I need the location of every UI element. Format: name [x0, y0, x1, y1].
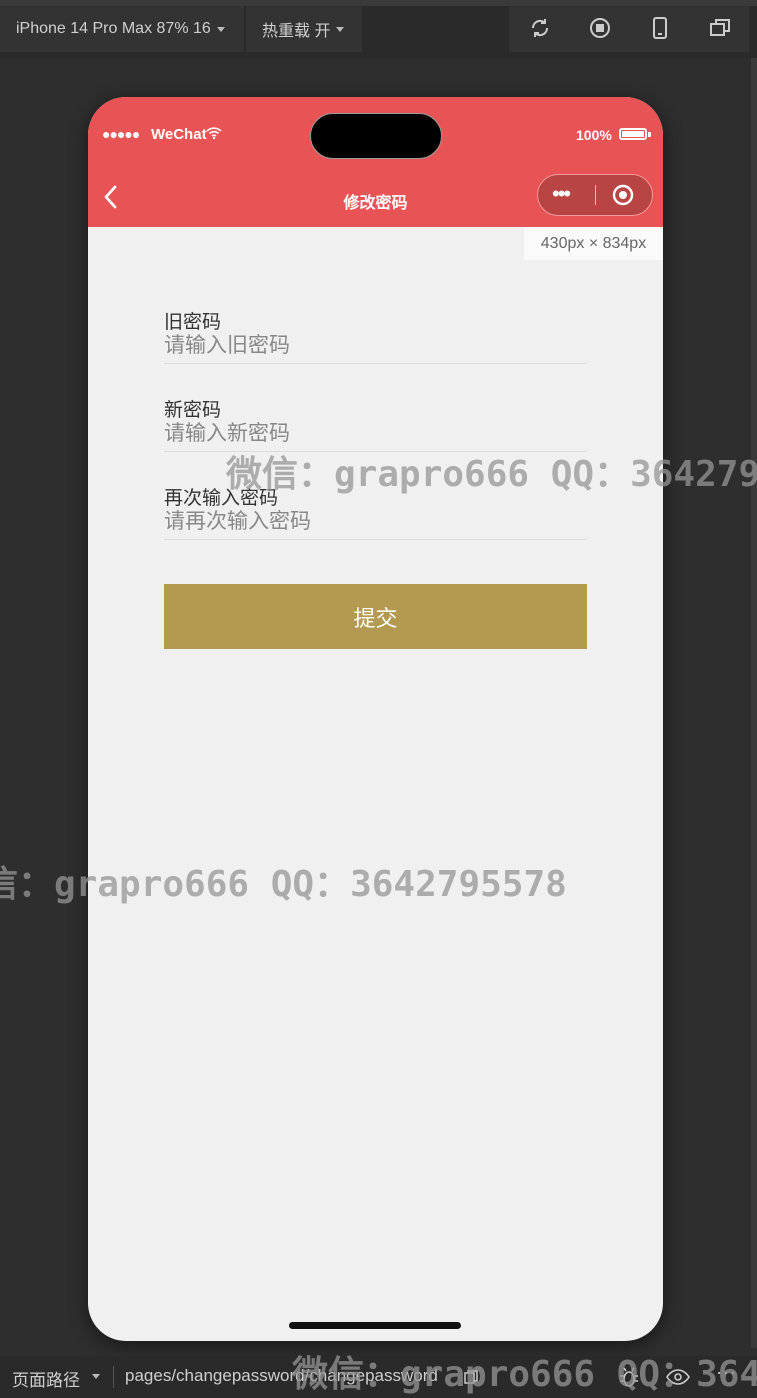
carrier-label: WeChat: [151, 126, 207, 143]
signal-icon: ●●●●●: [102, 126, 140, 142]
more-icon[interactable]: •••: [552, 183, 571, 205]
hot-reload-toggle[interactable]: 热重载 开: [246, 6, 362, 52]
navigation-bar: 修改密码 •••: [88, 169, 663, 227]
old-password-input[interactable]: [164, 329, 587, 364]
rotate-icon[interactable]: [529, 17, 551, 39]
watermark-top: 微信：grapro666 QQ：364279: [226, 454, 757, 495]
old-password-field: 旧密码: [164, 307, 587, 395]
status-bar: ●●●●● WeChat 100%: [88, 97, 663, 169]
phone-frame: ●●●●● WeChat 100% 修改密码 ••• 430px × 834px…: [88, 97, 663, 1341]
watermark-middle: 信：grapro666 QQ：3642795578: [0, 864, 567, 905]
hot-reload-label: 热重载 开: [262, 23, 331, 40]
submit-button[interactable]: 提交: [164, 584, 587, 649]
device-selector[interactable]: iPhone 14 Pro Max 87% 16: [0, 6, 244, 52]
phone-icon[interactable]: [649, 17, 671, 39]
viewport-size-label: 430px × 834px: [524, 227, 663, 260]
vertical-scrollbar[interactable]: [751, 58, 757, 1348]
battery-percent: 100%: [576, 127, 612, 143]
dynamic-island: [310, 113, 442, 159]
wifi-icon: [206, 127, 222, 140]
stop-icon[interactable]: [589, 17, 611, 39]
change-password-form: 旧密码 新密码 再次输入密码: [164, 307, 587, 571]
chevron-down-icon: [216, 26, 225, 32]
home-indicator: [289, 1322, 461, 1329]
battery-icon: [619, 128, 647, 140]
chevron-down-icon: [336, 26, 345, 32]
divider: [113, 1366, 114, 1388]
battery-tip: [648, 132, 651, 137]
window-icon[interactable]: [709, 17, 731, 39]
chevron-down-icon: [92, 1374, 100, 1379]
menu-capsule: •••: [537, 174, 653, 216]
capsule-divider: [595, 185, 596, 205]
close-target-icon[interactable]: [612, 184, 634, 206]
device-selector-label: iPhone 14 Pro Max 87% 16: [16, 20, 211, 37]
simulator-toolbar: iPhone 14 Pro Max 87% 16 热重载 开: [0, 0, 757, 58]
confirm-password-input[interactable]: [164, 505, 587, 540]
watermark-bottom: 微信：grapro666 QQ：364: [292, 1354, 757, 1395]
page-path-label[interactable]: 页面路径: [12, 1366, 80, 1391]
